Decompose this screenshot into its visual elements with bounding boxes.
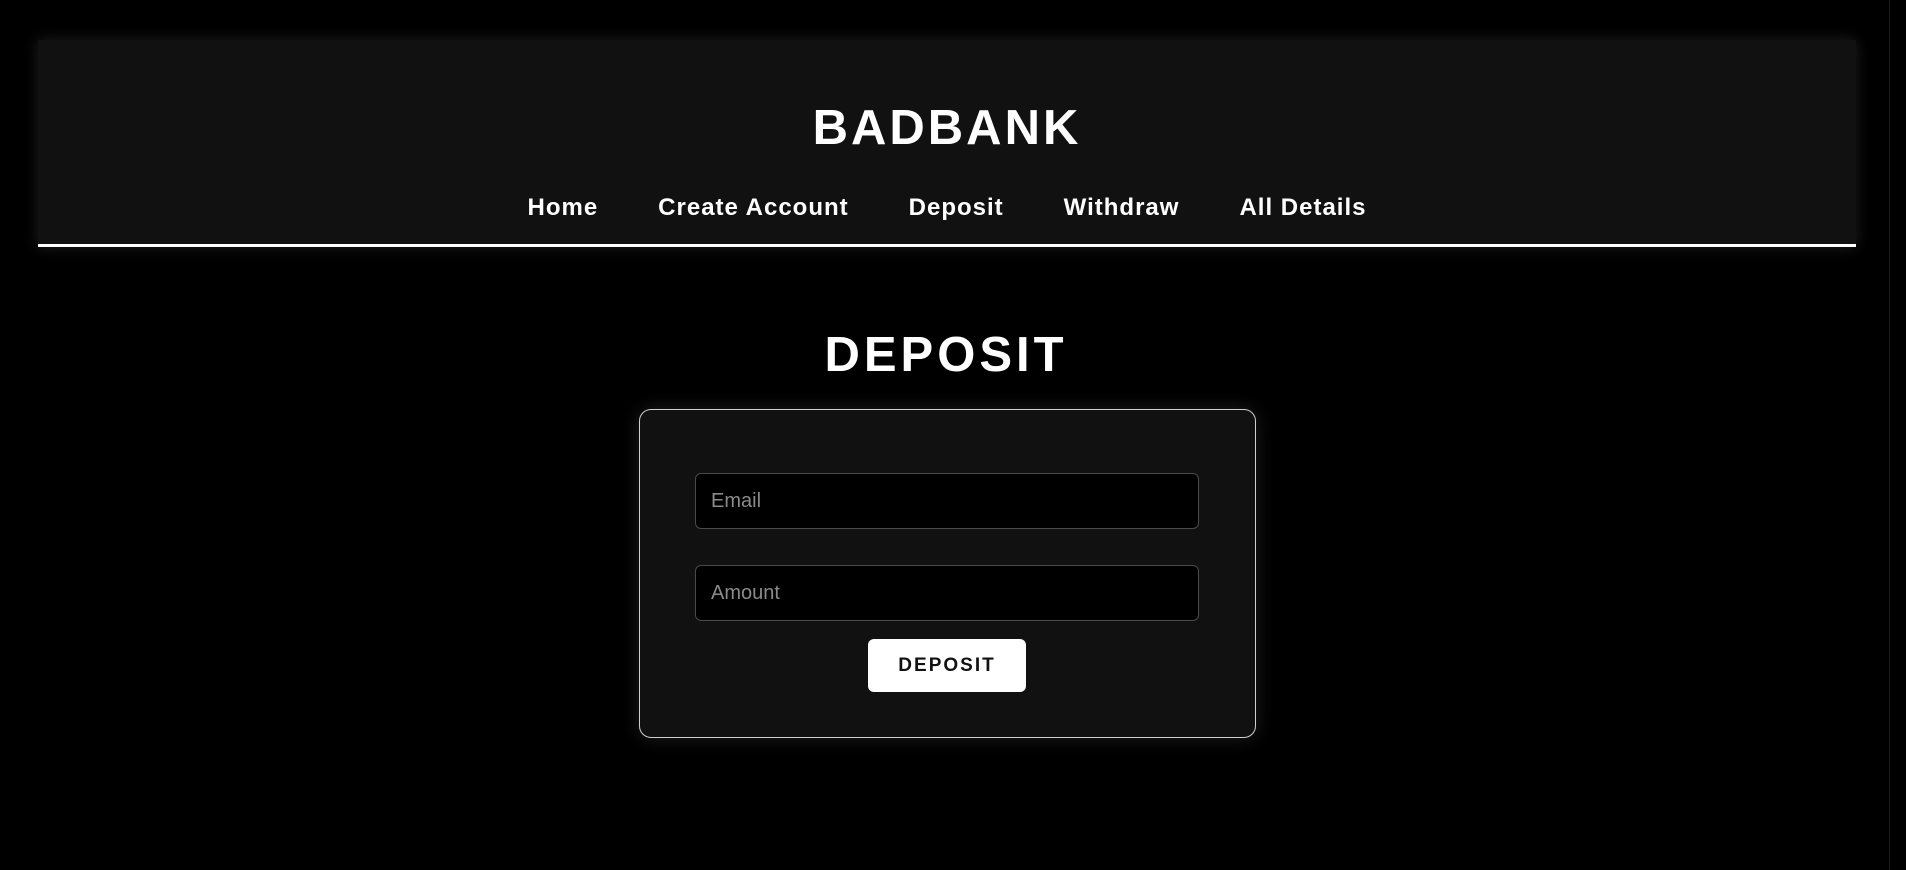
deposit-submit-button[interactable]: DEPOSIT: [868, 639, 1026, 692]
deposit-form-card: DEPOSIT: [639, 409, 1256, 738]
email-input[interactable]: [695, 473, 1199, 529]
site-header: BADBANK Home Create Account Deposit With…: [38, 40, 1856, 247]
page-scrollbar[interactable]: [1889, 0, 1906, 870]
nav-link-all-details[interactable]: All Details: [1239, 196, 1366, 220]
nav-link-home[interactable]: Home: [527, 196, 598, 220]
brand-logo-text[interactable]: BADBANK: [38, 104, 1856, 153]
nav-link-withdraw[interactable]: Withdraw: [1064, 196, 1180, 220]
amount-input[interactable]: [695, 565, 1199, 621]
nav-link-create-account[interactable]: Create Account: [658, 196, 848, 220]
page-title: DEPOSIT: [824, 327, 1068, 382]
nav-link-deposit[interactable]: Deposit: [909, 196, 1004, 220]
main-nav: Home Create Account Deposit Withdraw All…: [38, 196, 1856, 220]
